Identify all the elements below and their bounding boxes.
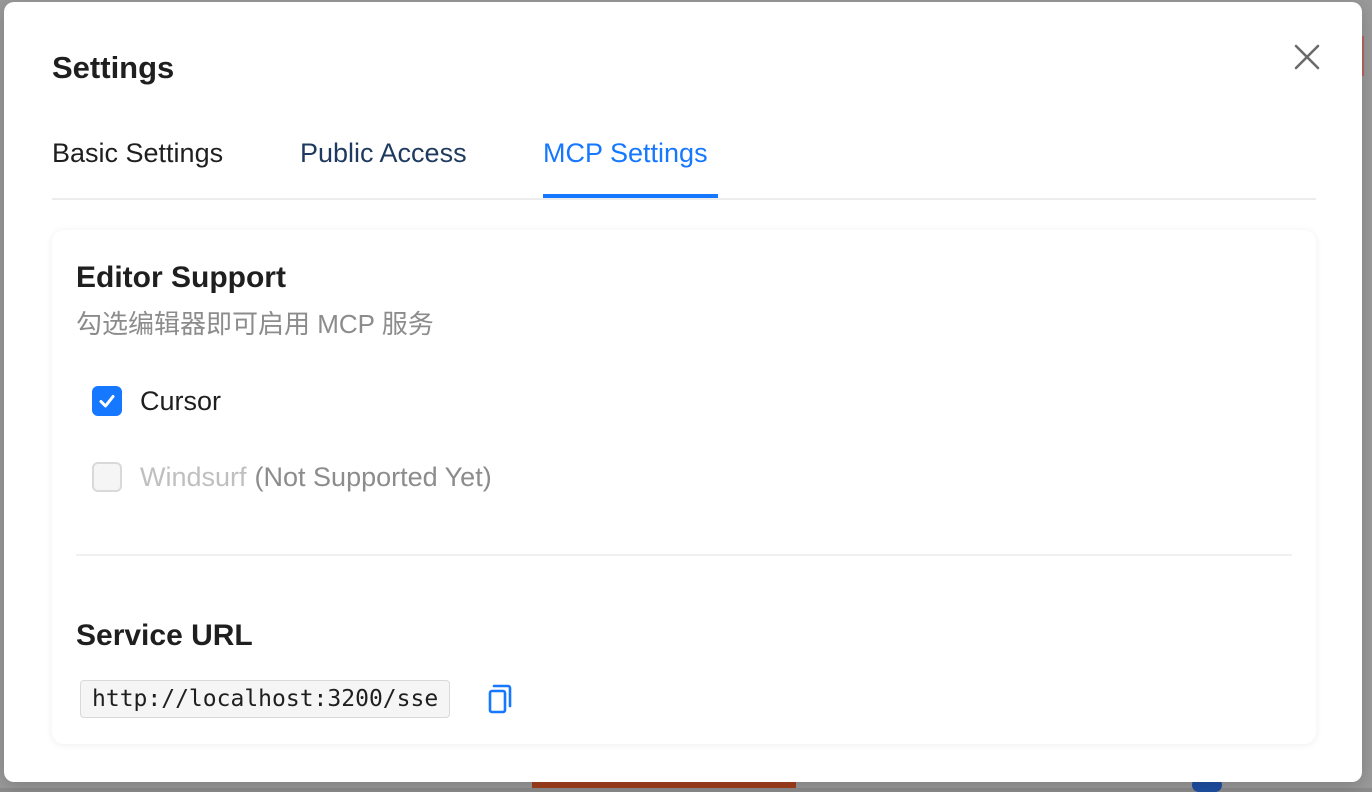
tab-public-access[interactable]: Public Access bbox=[300, 136, 467, 170]
editor-support-title: Editor Support bbox=[76, 261, 286, 294]
background-button-edge bbox=[532, 782, 796, 788]
settings-dialog: Settings Basic Settings Public Access MC… bbox=[4, 2, 1362, 782]
service-url-value: http://localhost:3200/sse bbox=[80, 680, 451, 718]
tab-mcp-settings[interactable]: MCP Settings bbox=[543, 136, 708, 170]
windsurf-note: (Not Supported Yet) bbox=[254, 462, 492, 492]
cursor-checkbox[interactable] bbox=[92, 386, 122, 416]
tab-basic-settings[interactable]: Basic Settings bbox=[52, 136, 223, 170]
close-button[interactable] bbox=[1292, 42, 1322, 72]
active-tab-indicator bbox=[543, 194, 718, 198]
windsurf-option: Windsurf (Not Supported Yet) bbox=[92, 460, 492, 494]
editor-support-description: 勾选编辑器即可启用 MCP 服务 bbox=[76, 309, 434, 339]
cursor-label: Cursor bbox=[140, 386, 222, 416]
section-divider bbox=[76, 554, 1292, 556]
copy-icon bbox=[488, 684, 512, 714]
windsurf-checkbox bbox=[92, 462, 122, 492]
windsurf-label: Windsurf bbox=[140, 462, 247, 492]
close-icon bbox=[1294, 44, 1320, 70]
dialog-title: Settings bbox=[52, 50, 175, 85]
checkmark-icon bbox=[99, 395, 115, 408]
cursor-option[interactable]: Cursor bbox=[92, 384, 221, 418]
settings-tabs: Basic Settings Public Access MCP Setting… bbox=[52, 122, 1316, 200]
mcp-settings-card: Editor Support 勾选编辑器即可启用 MCP 服务 Cursor W… bbox=[52, 230, 1316, 744]
background-edge bbox=[1362, 36, 1372, 76]
copy-url-button[interactable] bbox=[484, 682, 516, 716]
service-url-title: Service URL bbox=[76, 619, 253, 652]
